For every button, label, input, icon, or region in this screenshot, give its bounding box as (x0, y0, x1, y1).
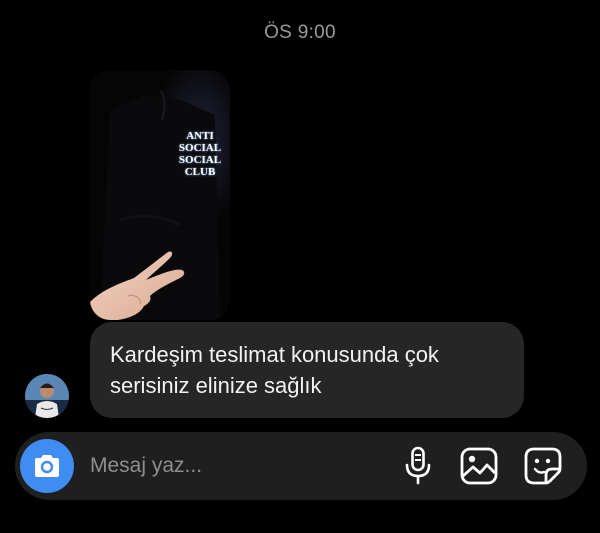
direct-message-thread: ÖS 9:00 ANTI SOCIAL SOCIAL CLUB Kardeşim… (0, 0, 600, 533)
sender-avatar[interactable] (25, 374, 69, 418)
microphone-icon (405, 446, 431, 485)
shirt-print-line: CLUB (184, 166, 216, 178)
text-message-bubble[interactable]: Kardeşim teslimat konusunda çok serisini… (90, 322, 524, 418)
message-line: Kardeşim teslimat konusunda çok (110, 342, 439, 367)
message-composer (15, 432, 587, 500)
message-timestamp: ÖS 9:00 (264, 22, 336, 43)
avatar-photo (25, 374, 69, 418)
shirt-photo (90, 70, 230, 320)
shirt-print-line: ANTI (186, 130, 214, 142)
shirt-print-line: SOCIAL (178, 142, 222, 154)
shirt-print-line: SOCIAL (178, 154, 222, 166)
voice-message-button[interactable] (398, 446, 438, 486)
sticker-button[interactable] (523, 446, 563, 486)
sticker-icon (524, 447, 562, 485)
gallery-icon (460, 447, 498, 485)
camera-icon (35, 455, 59, 477)
photo-message[interactable]: ANTI SOCIAL SOCIAL CLUB (90, 70, 230, 320)
shirt-print: ANTI SOCIAL SOCIAL CLUB (172, 130, 228, 178)
message-input[interactable] (90, 450, 390, 482)
gallery-button[interactable] (459, 446, 499, 486)
message-line: serisiniz elinize sağlık (110, 373, 322, 398)
camera-button[interactable] (20, 439, 74, 493)
